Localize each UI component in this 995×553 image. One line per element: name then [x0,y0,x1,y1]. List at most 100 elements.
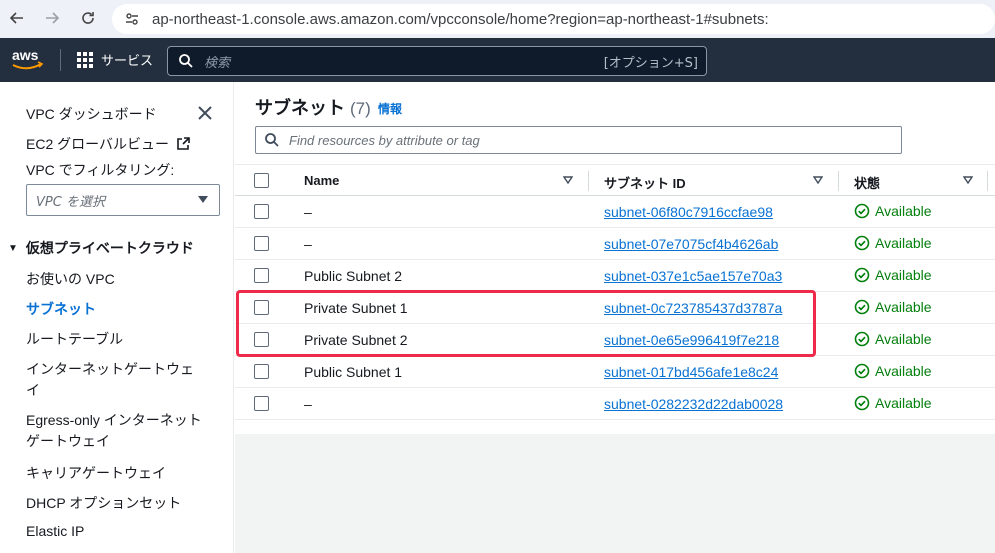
aws-logo-text: aws [12,47,39,63]
section-vpc-toggle[interactable]: ▼ 仮想プライベートクラウド [8,238,194,258]
internet-gateways-label-line2: イ [26,382,40,398]
subnet-name: – [304,236,312,252]
subnet-name: – [304,396,312,412]
sidebar-item-carrier-gateways[interactable]: キャリアゲートウェイ [26,463,166,483]
subnet-id-link[interactable]: subnet-0c723785437d3787a [604,300,782,316]
vpc-filter-label: VPC でフィルタリング: [26,162,175,178]
subnets-table: Name サブネット ID 状態 – subnet-06f80c7916ccfa… [235,164,995,420]
column-header-subnet-id[interactable]: サブネット ID [604,173,686,192]
sidebar-item-egress-only-gateways[interactable]: Egress-only インターネット ゲートウェイ [26,410,202,452]
sidebar-item-dhcp-option-sets[interactable]: DHCP オプションセット [26,493,181,513]
status-text: Available [875,203,932,219]
services-menu-button[interactable]: サービス [77,50,153,69]
subnet-name: Public Subnet 2 [304,268,403,284]
ec2-global-view-label: EC2 グローバルビュー [26,136,169,152]
vpc-filter-select[interactable]: VPC を選択 [26,184,220,216]
internet-gateways-label-line1: インターネットゲートウェ [26,361,194,377]
search-placeholder: 検索 [204,55,231,71]
sidebar-item-internet-gateways[interactable]: インターネットゲートウェ イ [26,359,194,401]
egress-gateways-label-line1: Egress-only インターネット [26,412,202,428]
info-link[interactable]: 情報 [378,100,402,117]
sort-caret-icon[interactable] [813,175,823,185]
row-checkbox[interactable] [254,268,269,283]
subnet-id-link[interactable]: subnet-06f80c7916ccfae98 [604,204,773,220]
row-checkbox[interactable] [254,300,269,315]
section-title: 仮想プライベートクラウド [25,240,194,256]
select-all-checkbox[interactable] [254,173,269,188]
status-text: Available [875,395,932,411]
check-circle-icon [854,203,870,219]
row-checkbox[interactable] [254,332,269,347]
row-checkbox[interactable] [254,204,269,219]
caret-down-icon [198,196,208,203]
check-circle-icon [854,331,870,347]
subnet-id-link[interactable]: subnet-07e7075cf4b4626ab [604,236,778,252]
forward-arrow-icon[interactable] [42,8,62,28]
status-badge: Available [854,235,932,251]
aws-top-nav: aws サービス 検索 [オプション+S] [0,38,995,82]
back-arrow-icon[interactable] [7,8,27,28]
check-circle-icon [854,235,870,251]
column-divider[interactable] [838,171,839,191]
vpc-select-placeholder: VPC を選択 [36,194,105,210]
side-navigation: VPC ダッシュボード EC2 グローバルビュー VPC でフィルタリング: V… [0,82,234,553]
row-checkbox[interactable] [254,364,269,379]
status-badge: Available [854,299,932,315]
search-icon [179,54,193,68]
sidebar-item-vpc-dashboard[interactable]: VPC ダッシュボード [26,104,157,124]
global-search-input[interactable]: 検索 [オプション+S] [167,46,707,76]
subnet-name: Private Subnet 1 [304,300,408,316]
tune-icon[interactable] [122,9,142,29]
status-badge: Available [854,203,932,219]
sidebar-item-your-vpcs[interactable]: お使いの VPC [26,269,115,289]
status-text: Available [875,267,932,283]
column-header-state[interactable]: 状態 [854,173,880,192]
table-row[interactable]: Private Subnet 1 subnet-0c723785437d3787… [235,292,995,324]
aws-logo[interactable]: aws [10,46,46,74]
sort-caret-icon[interactable] [563,175,573,185]
status-text: Available [875,299,932,315]
sidebar-item-elastic-ip[interactable]: Elastic IP [26,523,84,539]
table-row[interactable]: Public Subnet 1 subnet-017bd456afe1e8c24… [235,356,995,388]
subnet-id-link[interactable]: subnet-017bd456afe1e8c24 [604,364,778,380]
status-text: Available [875,331,932,347]
page-title-text: サブネット [255,98,345,118]
table-header: Name サブネット ID 状態 [235,164,995,196]
sidebar-item-ec2-global-view[interactable]: EC2 グローバルビュー [26,134,190,154]
subnet-id-link[interactable]: subnet-037e1c5ae157e70a3 [604,268,782,284]
check-circle-icon [854,363,870,379]
reload-icon[interactable] [78,8,98,28]
address-bar[interactable]: ap-northeast-1.console.aws.amazon.com/vp… [112,4,995,34]
sidebar-item-route-tables[interactable]: ルートテーブル [26,329,123,349]
external-link-icon [177,137,190,150]
subnet-name: Private Subnet 2 [304,332,408,348]
grid-icon [77,51,93,68]
table-row[interactable]: – subnet-07e7075cf4b4626ab Available [235,228,995,260]
subnet-id-link[interactable]: subnet-0282232d22dab0028 [604,396,783,412]
check-circle-icon [854,267,870,283]
filter-placeholder: Find resources by attribute or tag [289,132,480,148]
table-row[interactable]: – subnet-06f80c7916ccfae98 Available [235,196,995,228]
subnets-panel: サブネット (7) 情報 Find resources by attribute… [235,82,995,434]
table-row[interactable]: – subnet-0282232d22dab0028 Available [235,388,995,420]
status-badge: Available [854,331,932,347]
services-label: サービス [101,54,154,69]
status-badge: Available [854,267,932,283]
main-content: サブネット (7) 情報 Find resources by attribute… [235,82,995,553]
resource-filter-input[interactable]: Find resources by attribute or tag [255,126,902,154]
subnet-id-link[interactable]: subnet-0e65e996419f7e218 [604,332,779,348]
table-row[interactable]: Private Subnet 2 subnet-0e65e996419f7e21… [235,324,995,356]
column-divider[interactable] [987,171,988,191]
row-checkbox[interactable] [254,236,269,251]
column-header-name[interactable]: Name [304,173,339,188]
search-icon [265,133,279,147]
search-shortcut-hint: [オプション+S] [603,55,698,71]
column-divider[interactable] [588,171,589,191]
close-icon[interactable] [196,104,214,122]
sort-caret-icon[interactable] [963,175,973,185]
caret-expanded-icon: ▼ [8,242,18,254]
sidebar-item-subnets[interactable]: サブネット [26,299,96,319]
table-row[interactable]: Public Subnet 2 subnet-037e1c5ae157e70a3… [235,260,995,292]
subnet-name: – [304,204,312,220]
row-checkbox[interactable] [254,396,269,411]
